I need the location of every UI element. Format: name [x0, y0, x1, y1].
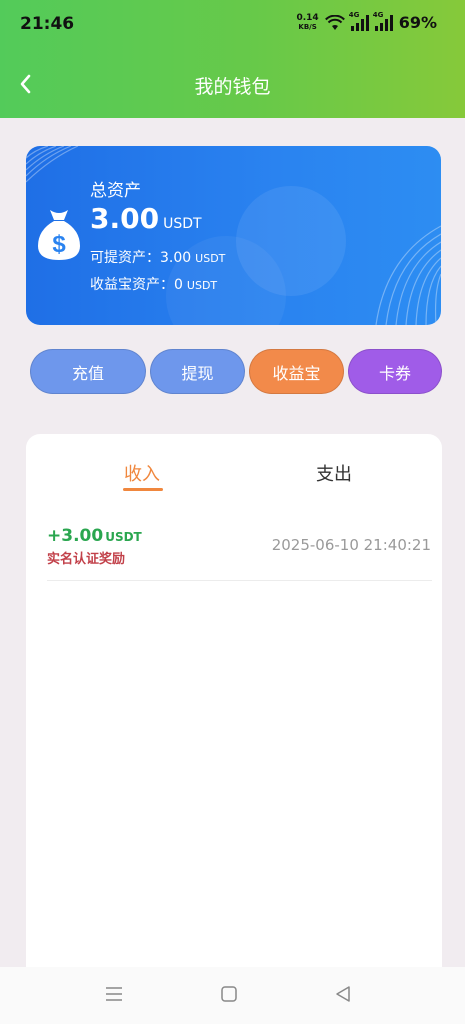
- record-time: 2025-06-10 21:40:21: [271, 536, 431, 554]
- signal-icon-1: 4G: [349, 11, 369, 31]
- tab-income[interactable]: 收入: [124, 460, 160, 486]
- coupons-button[interactable]: 卡券: [348, 349, 442, 394]
- yield-assets: 收益宝资产：0 USDT: [90, 277, 218, 293]
- records-panel: 收入 支出 +3.00 USDT 实名认证奖励 2025-06-10 21:40:…: [26, 434, 442, 1024]
- net-speed: 0.14 KB/S: [296, 12, 319, 31]
- wifi-icon: [324, 14, 345, 30]
- tab-expense[interactable]: 支出: [316, 460, 352, 486]
- withdraw-button[interactable]: 提现: [150, 349, 245, 394]
- recharge-button[interactable]: 充值: [30, 349, 146, 394]
- app-header: 21:46 0.14 KB/S 4G 4G 69% 我的钱包: [0, 0, 465, 118]
- action-buttons: 充值 提现 收益宝 卡券: [30, 349, 442, 395]
- record-amount: +3.00 USDT: [47, 526, 142, 546]
- status-indicators: 0.14 KB/S 4G 4G 69%: [296, 11, 437, 33]
- record-description: 实名认证奖励: [47, 552, 126, 567]
- tab-underline: [123, 488, 163, 491]
- wallet-card: $ 总资产 3.00 USDT 可提资产：3.00 USDT 收益宝资产：0 USDT: [26, 146, 441, 325]
- home-icon[interactable]: [220, 985, 238, 1003]
- total-assets-value: 3.00 USDT: [90, 202, 202, 235]
- status-bar: 21:46 0.14 KB/S 4G 4G 69%: [0, 0, 465, 50]
- signal-icon-2: 4G: [373, 11, 393, 31]
- total-assets-label: 总资产: [90, 181, 141, 201]
- nav-bar: 我的钱包: [0, 60, 465, 108]
- page-title: 我的钱包: [194, 76, 271, 98]
- withdrawable-assets: 可提资产：3.00 USDT: [90, 250, 226, 266]
- money-bag-icon: $: [38, 210, 80, 260]
- card-decoration: [26, 146, 441, 325]
- svg-text:$: $: [52, 231, 66, 258]
- battery-level: 69%: [398, 13, 437, 32]
- back-triangle-icon[interactable]: [334, 985, 352, 1003]
- status-time: 21:46: [20, 14, 75, 34]
- yield-treasure-button[interactable]: 收益宝: [249, 349, 344, 394]
- divider: [47, 580, 432, 581]
- system-nav-bar: [0, 967, 465, 1024]
- menu-icon[interactable]: [104, 985, 124, 1003]
